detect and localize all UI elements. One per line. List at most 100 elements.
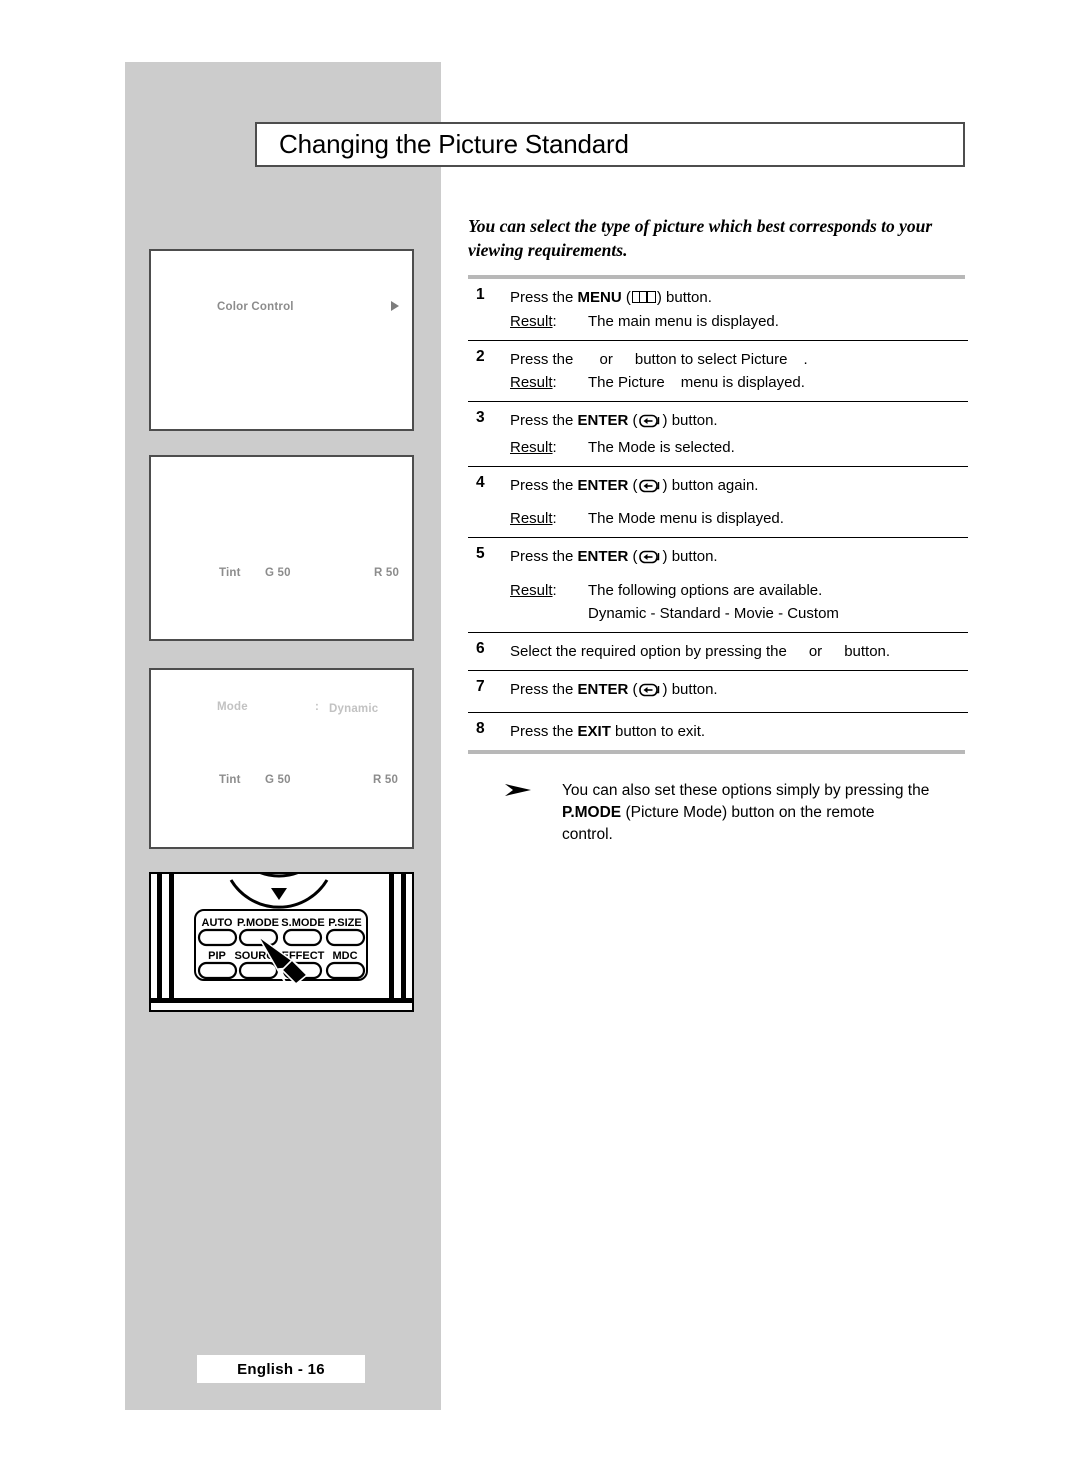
osd-label-tint: Tint [219, 567, 241, 579]
note-line2: (Picture Mode) button on the remote [621, 803, 875, 821]
enter-icon [638, 548, 662, 571]
result-text: The following options are available. [588, 581, 823, 599]
osd-label-red-value: R 50 [373, 774, 399, 786]
step-instruction: Select the required option by pressing t… [510, 640, 968, 663]
step-row: 1 Press the MENU () button. Result: The … [468, 279, 968, 341]
remote-label-smode: S.MODE [281, 917, 324, 929]
enter-icon [638, 681, 662, 704]
step-body: Press the MENU () button. Result: The ma… [510, 286, 968, 333]
note-block: You can also set these options simply by… [468, 780, 968, 846]
step-instruction: Press the ENTER () button again. [510, 474, 968, 500]
result-text: The Picture menu is displayed. [588, 374, 805, 391]
step-text-pre: Press the [510, 548, 578, 566]
step-text-pre: Press the [510, 350, 578, 368]
osd-screenshot-tint: Tint G 50 R 50 [149, 455, 414, 641]
step-text-pre: Press the [510, 722, 578, 740]
osd-label-mode: Mode [217, 701, 248, 713]
step-text-post: button. [661, 289, 712, 307]
step-number: 2 [476, 347, 485, 365]
step-text-pre: Press the [510, 412, 578, 430]
step-text-pre: Press the [510, 289, 578, 307]
right-triangle-icon [391, 301, 399, 311]
step-text-pre: Select the required option by pressing t… [510, 643, 787, 660]
intro-paragraph: You can select the type of picture which… [468, 216, 933, 260]
steps-bottom-rule [468, 749, 965, 754]
osd-label-green-value: G 50 [265, 774, 291, 786]
step-row: 3 Press the ENTER () button. Result: The… [468, 402, 968, 467]
result-text: The Mode menu is displayed. [588, 510, 784, 527]
step-number: 7 [476, 678, 485, 696]
step-text-post: button. [667, 412, 718, 430]
step-body: Press the ENTER () button. Result: The f… [510, 545, 968, 625]
step-instruction: Press the EXIT button to exit. [510, 720, 968, 743]
step-result: Result: The Mode is selected. [510, 436, 968, 459]
step-keyword-enter: ENTER [577, 548, 629, 566]
note-line3: control. [562, 825, 613, 843]
osd-screenshot-color-control: Color Control [149, 249, 414, 431]
osd-label-color-control: Color Control [217, 301, 294, 313]
step-body: Press the ENTER () button. [510, 678, 968, 704]
step-number: 4 [476, 473, 485, 491]
remote-label-pmode: P.MODE [237, 917, 279, 929]
step-row: 2 Press the or button to select Picture. … [468, 341, 968, 403]
step-body: Press the or button to select Picture. Re… [510, 348, 968, 395]
step-number: 5 [476, 545, 485, 563]
step-instruction: Press the or button to select Picture. [510, 348, 968, 371]
remote-control-illustration: AUTO P.MODE S.MODE P.SIZE PIP SOURCE EFF… [149, 872, 414, 1012]
step-text-pre: Press the [510, 681, 578, 699]
step-instruction: Press the ENTER () button. [510, 678, 968, 704]
result-label: Result: [510, 581, 557, 599]
step-row: 4 Press the ENTER () button again. Resul… [468, 467, 968, 539]
result-label: Result: [510, 374, 557, 391]
instructions-column: You can select the type of picture which… [468, 215, 968, 846]
note-keyword-pmode: P.MODE [562, 803, 622, 821]
step-keyword-menu: MENU [577, 289, 622, 307]
step-instruction: Press the MENU () button. [510, 289, 712, 307]
page-title: Changing the Picture Standard [279, 129, 629, 159]
step-number: 1 [476, 286, 485, 304]
osd-screenshot-mode-dynamic: Mode : Dynamic Tint G 50 R 50 [149, 668, 414, 849]
step-result: Result: The Picture menu is displayed. [510, 371, 968, 394]
step-keyword-enter: ENTER [577, 412, 629, 430]
step-text-post: button to select Picture [634, 350, 788, 368]
enter-icon [638, 412, 662, 435]
step-text-post: button. [844, 643, 891, 660]
step-options: Dynamic - Standard - Movie - Custom [510, 602, 968, 625]
osd-label-green-value: G 50 [265, 567, 291, 579]
step-number: 3 [476, 409, 485, 427]
step-result: Result: The main menu is displayed. [510, 310, 968, 333]
step-instruction: Press the ENTER () button. [510, 545, 968, 571]
footer-page-badge: English - 16 [197, 1355, 365, 1383]
osd-label-red-value: R 50 [374, 567, 400, 579]
remote-label-psize: P.SIZE [328, 917, 361, 929]
step-number: 8 [476, 719, 485, 737]
remote-label-auto: AUTO [202, 917, 233, 929]
result-text: The main menu is displayed. [588, 312, 779, 330]
menu-icon [631, 291, 656, 304]
step-instruction: Press the ENTER () button. [510, 409, 968, 435]
note-line1: You can also set these options simply by… [562, 781, 930, 799]
steps-list: 1 Press the MENU () button. Result: The … [468, 275, 968, 754]
result-label: Result: [510, 312, 557, 330]
osd-label-tint: Tint [219, 774, 241, 786]
step-body: Press the ENTER () button. Result: The M… [510, 409, 968, 459]
step-keyword-enter: ENTER [577, 476, 629, 494]
step-row: 6 Select the required option by pressing… [468, 633, 968, 672]
step-row: 5 Press the ENTER () button. Result: The… [468, 538, 968, 633]
osd-label-mode-colon: : [315, 701, 320, 713]
step-text-post: button again. [667, 476, 759, 494]
step-number: 6 [476, 640, 485, 657]
step-text-post: button. [667, 681, 718, 699]
step-keyword-exit: EXIT [577, 722, 611, 740]
options-text: Dynamic - Standard - Movie - Custom [588, 604, 839, 622]
step-body: Press the EXIT button to exit. [510, 720, 968, 743]
step-text-tail: . [803, 350, 808, 368]
step-row: 8 Press the EXIT button to exit. [468, 713, 968, 750]
osd-label-mode-value: Dynamic [329, 703, 379, 715]
step-result: Result: The following options are availa… [510, 579, 968, 602]
arrow-bullet-icon [504, 780, 562, 846]
remote-label-pip: PIP [208, 950, 226, 962]
step-text-mid: or [599, 350, 613, 368]
result-label: Result: [510, 438, 557, 456]
step-body: Select the required option by pressing t… [510, 640, 968, 663]
